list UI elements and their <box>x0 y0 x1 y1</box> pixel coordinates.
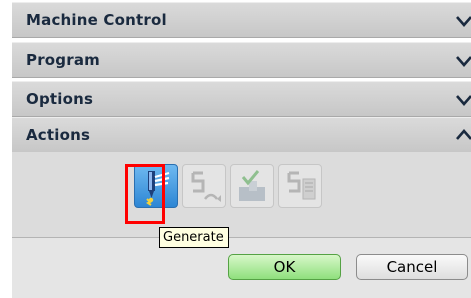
section-label: Options <box>26 90 94 108</box>
ok-button[interactable]: OK <box>228 254 341 280</box>
section-label: Program <box>26 51 100 69</box>
verify-icon <box>239 170 265 201</box>
section-actions[interactable]: Actions <box>12 117 471 153</box>
chevron-down-icon[interactable] <box>455 88 471 110</box>
list-icon <box>287 171 316 200</box>
actions-toolbar <box>12 152 471 238</box>
dialog-panel: Machine Control Program Options Actions <box>0 0 471 298</box>
replay-icon <box>191 171 221 202</box>
section-machine-control[interactable]: Machine Control <box>12 2 471 38</box>
section-label: Actions <box>26 126 91 144</box>
replay-button[interactable] <box>182 164 226 208</box>
list-button[interactable] <box>278 164 322 208</box>
generate-highlight-frame <box>125 164 165 224</box>
chevron-down-icon[interactable] <box>455 9 471 31</box>
section-program[interactable]: Program <box>12 42 471 78</box>
section-options[interactable]: Options <box>12 81 471 117</box>
chevron-up-icon[interactable] <box>455 124 471 146</box>
section-label: Machine Control <box>26 11 167 29</box>
verify-button[interactable] <box>230 164 274 208</box>
generate-tooltip: Generate <box>159 227 229 248</box>
chevron-down-icon[interactable] <box>455 49 471 71</box>
cancel-button[interactable]: Cancel <box>356 254 468 280</box>
